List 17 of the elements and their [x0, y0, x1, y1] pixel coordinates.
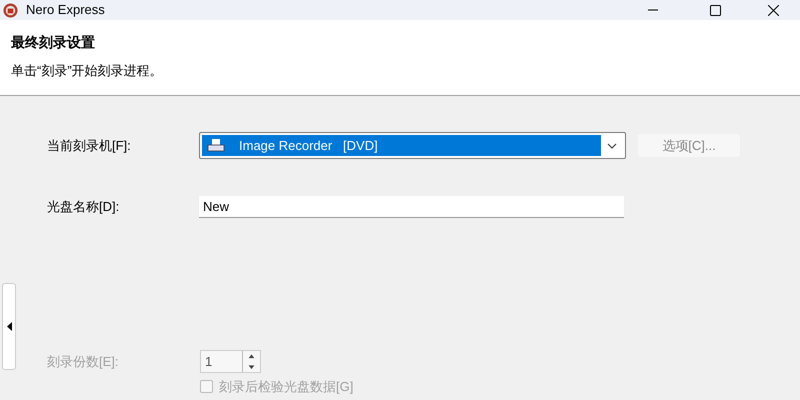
page-subtitle: 单击“刻录”开始刻录进程。: [11, 62, 164, 80]
recorder-value: Image Recorder [DVD]: [239, 136, 378, 155]
chevron-down-icon: [607, 142, 617, 148]
printer-icon: [207, 138, 225, 152]
verify-label: 刻录后检验光盘数据[G]: [219, 378, 354, 396]
close-icon: [768, 4, 778, 16]
side-panel-tab[interactable]: [2, 283, 16, 370]
recorder-label: 当前刻录机[F]:: [47, 136, 132, 155]
left-triangle-icon: [6, 322, 12, 331]
page-title: 最终刻录设置: [11, 33, 96, 52]
disc-name-label: 光盘名称[D]:: [47, 198, 120, 216]
copies-label: 刻录份数[E]:: [47, 352, 120, 371]
window-title: Nero Express: [26, 1, 105, 20]
disc-name-field[interactable]: New: [199, 196, 624, 218]
recorder-dropdown[interactable]: Image Recorder [DVD]: [199, 132, 626, 159]
app-logo-icon: [3, 2, 18, 18]
maximize-icon: [710, 4, 720, 16]
